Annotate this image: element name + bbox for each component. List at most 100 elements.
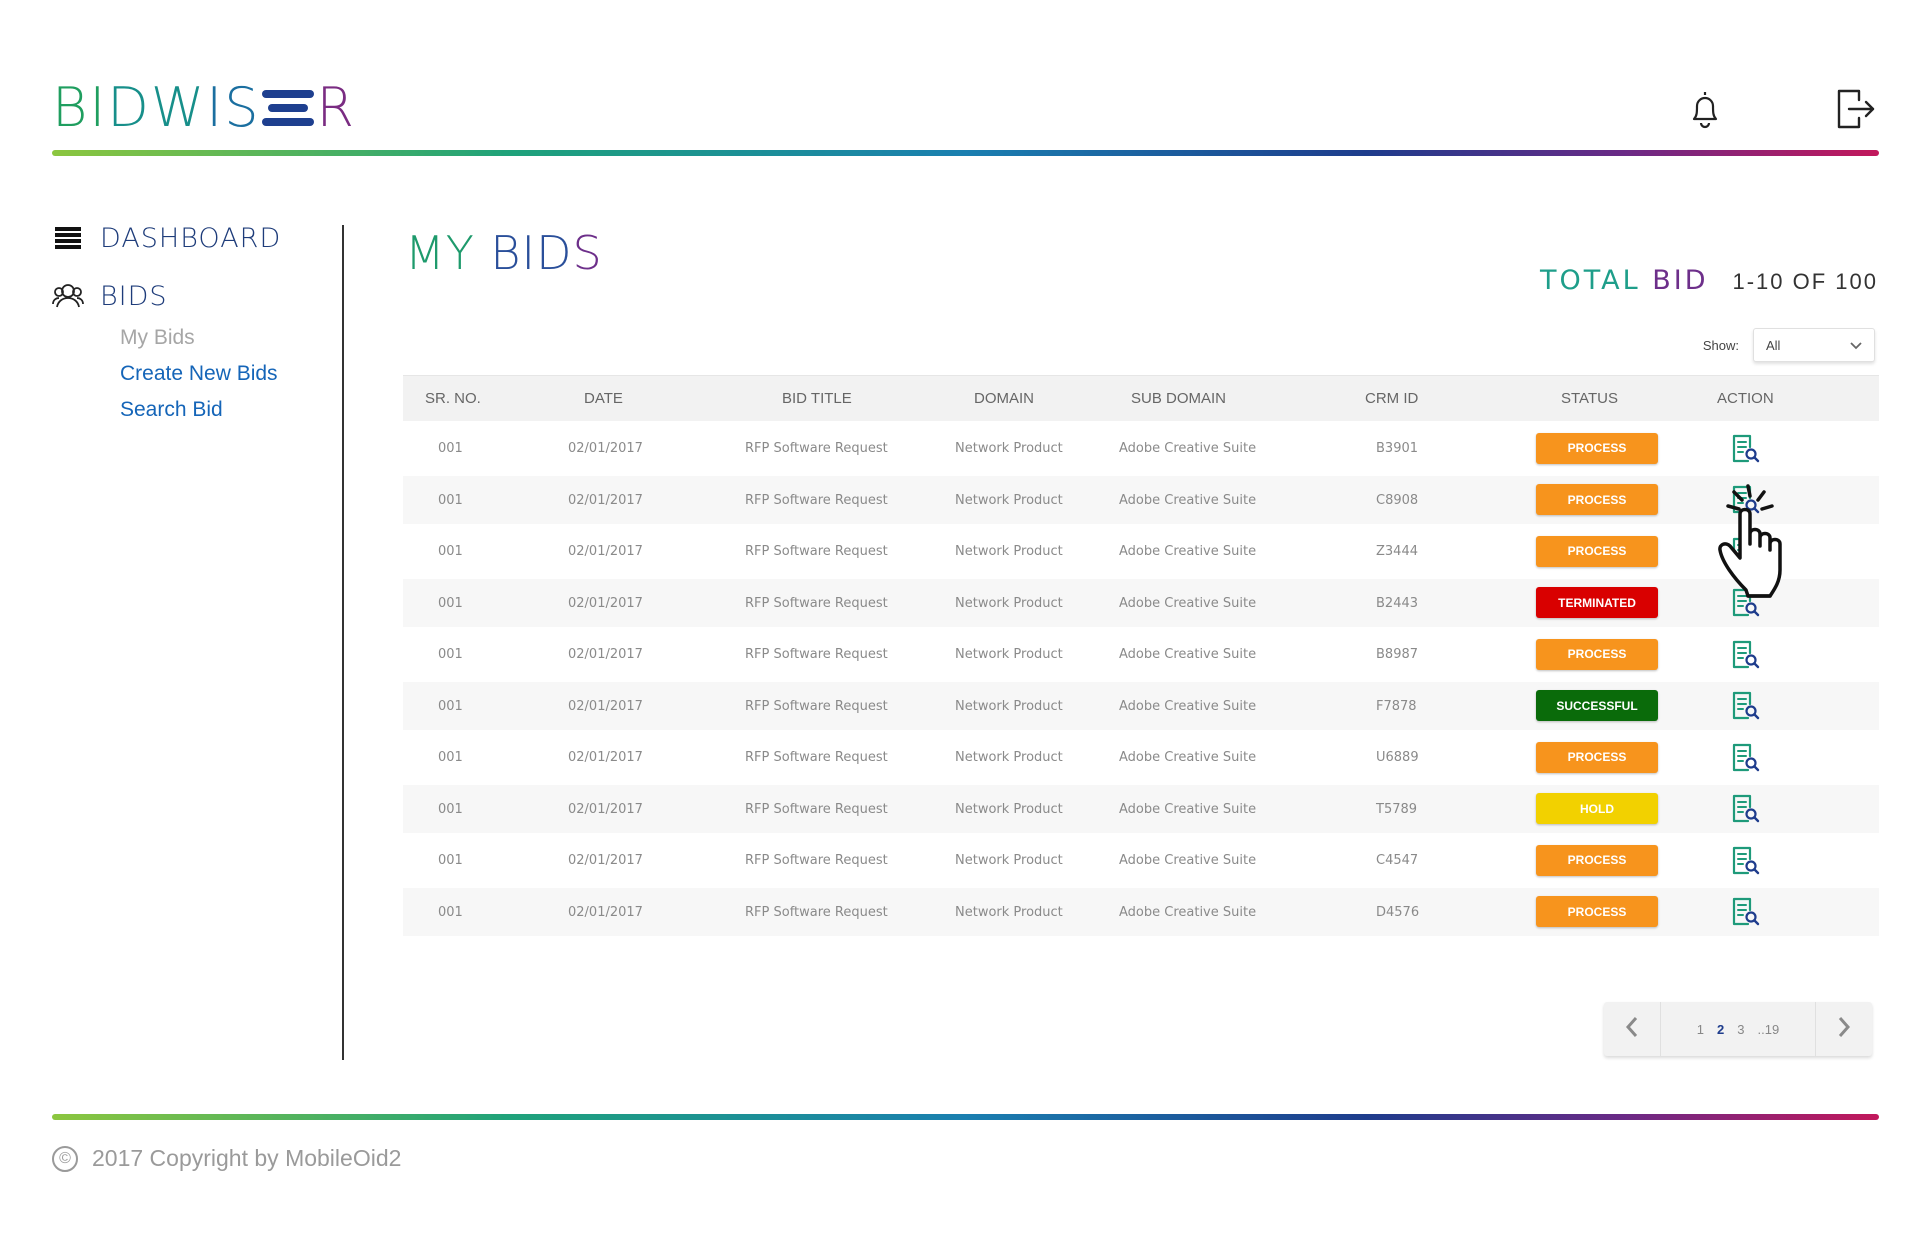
- status-badge[interactable]: PROCESS: [1536, 484, 1658, 515]
- cell-crm-id: B3901: [1376, 441, 1419, 456]
- show-label: Show:: [1702, 337, 1739, 353]
- total-label: TOTAL: [1539, 265, 1641, 296]
- pointer-hand-icon: [1712, 478, 1808, 610]
- cell-date: 02/01/2017: [568, 595, 643, 611]
- page-number[interactable]: 3: [1737, 1022, 1744, 1037]
- page-number[interactable]: 2: [1717, 1022, 1724, 1037]
- pagination-pages: 1 2 3 ..19: [1660, 1002, 1816, 1056]
- total-label-bid: BID: [1652, 265, 1709, 296]
- menu-icon: [52, 222, 84, 254]
- bell-icon[interactable]: [1680, 84, 1730, 134]
- cell-domain: Network Product: [955, 853, 1063, 868]
- chevron-down-icon: [1850, 338, 1862, 353]
- column-header-date[interactable]: DATE: [584, 390, 623, 407]
- cell-date: 02/01/2017: [568, 853, 643, 868]
- view-document-icon[interactable]: [1728, 895, 1762, 929]
- cell-bid-title: RFP Software Request: [745, 647, 888, 662]
- view-document-icon[interactable]: [1728, 689, 1762, 723]
- cell-crm-id: C4547: [1376, 853, 1419, 868]
- status-badge[interactable]: PROCESS: [1536, 432, 1658, 464]
- result-range: 1-10 OF 100: [1732, 269, 1878, 294]
- status-badge[interactable]: TERMINATED: [1536, 587, 1658, 618]
- cell-sr-no: 001: [438, 647, 463, 662]
- cell-domain: Network Product: [955, 647, 1063, 662]
- cell-bid-title: RFP Software Request: [745, 544, 888, 559]
- show-filter: Show: All: [1703, 328, 1875, 362]
- page-title-part-3: S: [572, 226, 603, 280]
- pagination-next-button[interactable]: [1816, 1002, 1872, 1056]
- brand-logo[interactable]: BI DW IS R: [52, 76, 356, 139]
- submenu-my-bids[interactable]: My Bids: [120, 326, 342, 350]
- cell-crm-id: C8908: [1376, 492, 1419, 508]
- cell-domain: Network Product: [955, 698, 1063, 714]
- pagination: 1 2 3 ..19: [1604, 1002, 1872, 1056]
- logo-text-part-2: DW: [107, 76, 207, 139]
- cell-date: 02/01/2017: [568, 801, 643, 817]
- table-row: 001 02/01/2017 RFP Software Request Network…: [403, 425, 1879, 473]
- cell-bid-title: RFP Software Request: [745, 441, 888, 456]
- view-document-icon[interactable]: [1728, 741, 1762, 775]
- sidebar-divider: [342, 225, 344, 1060]
- sidebar-item-dashboard[interactable]: DASHBOARD: [52, 220, 342, 256]
- table-body: 001 02/01/2017 RFP Software Request Network…: [403, 425, 1879, 936]
- column-header-sr-no[interactable]: SR. NO.: [425, 390, 481, 407]
- status-badge[interactable]: PROCESS: [1536, 535, 1658, 567]
- column-header-action[interactable]: ACTION: [1717, 390, 1774, 407]
- column-header-status[interactable]: STATUS: [1561, 390, 1618, 407]
- logout-icon[interactable]: [1830, 84, 1880, 134]
- status-badge[interactable]: SUCCESSFUL: [1536, 690, 1658, 721]
- cell-domain: Network Product: [955, 544, 1063, 559]
- cell-date: 02/01/2017: [568, 492, 643, 508]
- column-header-sub-domain[interactable]: SUB DOMAIN: [1131, 390, 1226, 407]
- footer-divider: [52, 1114, 1879, 1120]
- copyright-text: 2017 Copyright by MobileOid2: [92, 1145, 402, 1171]
- status-badge[interactable]: PROCESS: [1536, 741, 1658, 773]
- status-badge[interactable]: PROCESS: [1536, 844, 1658, 876]
- column-header-bid-title[interactable]: BID TITLE: [782, 390, 852, 407]
- cell-crm-id: Z3444: [1376, 544, 1418, 559]
- status-badge[interactable]: HOLD: [1536, 793, 1658, 824]
- cell-domain: Network Product: [955, 750, 1063, 765]
- show-select[interactable]: All: [1753, 328, 1875, 362]
- cell-sr-no: 001: [438, 441, 463, 456]
- table-row: 001 02/01/2017 RFP Software Request Network…: [403, 888, 1879, 936]
- cell-crm-id: U6889: [1376, 750, 1419, 765]
- cell-domain: Network Product: [955, 904, 1063, 920]
- cell-sub-domain: Adobe Creative Suite: [1119, 595, 1257, 611]
- cell-date: 02/01/2017: [568, 441, 643, 456]
- page-number[interactable]: 1: [1697, 1022, 1704, 1037]
- pagination-prev-button[interactable]: [1604, 1002, 1660, 1056]
- sidebar-item-label: DASHBOARD: [100, 222, 282, 254]
- sidebar-item-bids[interactable]: BIDS: [52, 278, 342, 314]
- page-number[interactable]: ..19: [1758, 1022, 1780, 1037]
- cell-sub-domain: Adobe Creative Suite: [1119, 698, 1257, 714]
- view-document-icon[interactable]: [1728, 432, 1762, 466]
- cell-sub-domain: Adobe Creative Suite: [1119, 801, 1257, 817]
- users-icon: [52, 280, 84, 312]
- sidebar-item-label: BIDS: [100, 280, 168, 312]
- view-document-icon[interactable]: [1728, 844, 1762, 878]
- cell-sr-no: 001: [438, 750, 463, 765]
- submenu-create-new-bids[interactable]: Create New Bids: [120, 362, 342, 386]
- cell-sr-no: 001: [438, 544, 463, 559]
- cell-crm-id: T5789: [1376, 801, 1418, 817]
- table-row: 001 02/01/2017 RFP Software Request Network…: [403, 837, 1879, 885]
- view-document-icon[interactable]: [1728, 792, 1762, 826]
- cell-crm-id: D4576: [1376, 904, 1420, 920]
- logo-text-part-3: IS: [206, 76, 261, 139]
- cell-domain: Network Product: [955, 441, 1063, 456]
- show-select-value: All: [1766, 337, 1781, 353]
- submenu-search-bid[interactable]: Search Bid: [120, 398, 342, 422]
- cell-sr-no: 001: [438, 492, 463, 508]
- status-badge[interactable]: PROCESS: [1536, 638, 1658, 670]
- view-document-icon[interactable]: [1728, 638, 1762, 672]
- cell-sub-domain: Adobe Creative Suite: [1119, 647, 1257, 662]
- header-divider: [52, 150, 1879, 156]
- column-header-domain[interactable]: DOMAIN: [974, 390, 1034, 407]
- sidebar: DASHBOARD BIDS My Bids Create New Bids S…: [52, 220, 342, 434]
- column-header-crm-id[interactable]: CRM ID: [1365, 390, 1418, 407]
- cell-bid-title: RFP Software Request: [745, 492, 888, 508]
- cell-bid-title: RFP Software Request: [745, 853, 888, 868]
- status-badge[interactable]: PROCESS: [1536, 896, 1658, 927]
- page-title-part-1: MY: [405, 226, 475, 280]
